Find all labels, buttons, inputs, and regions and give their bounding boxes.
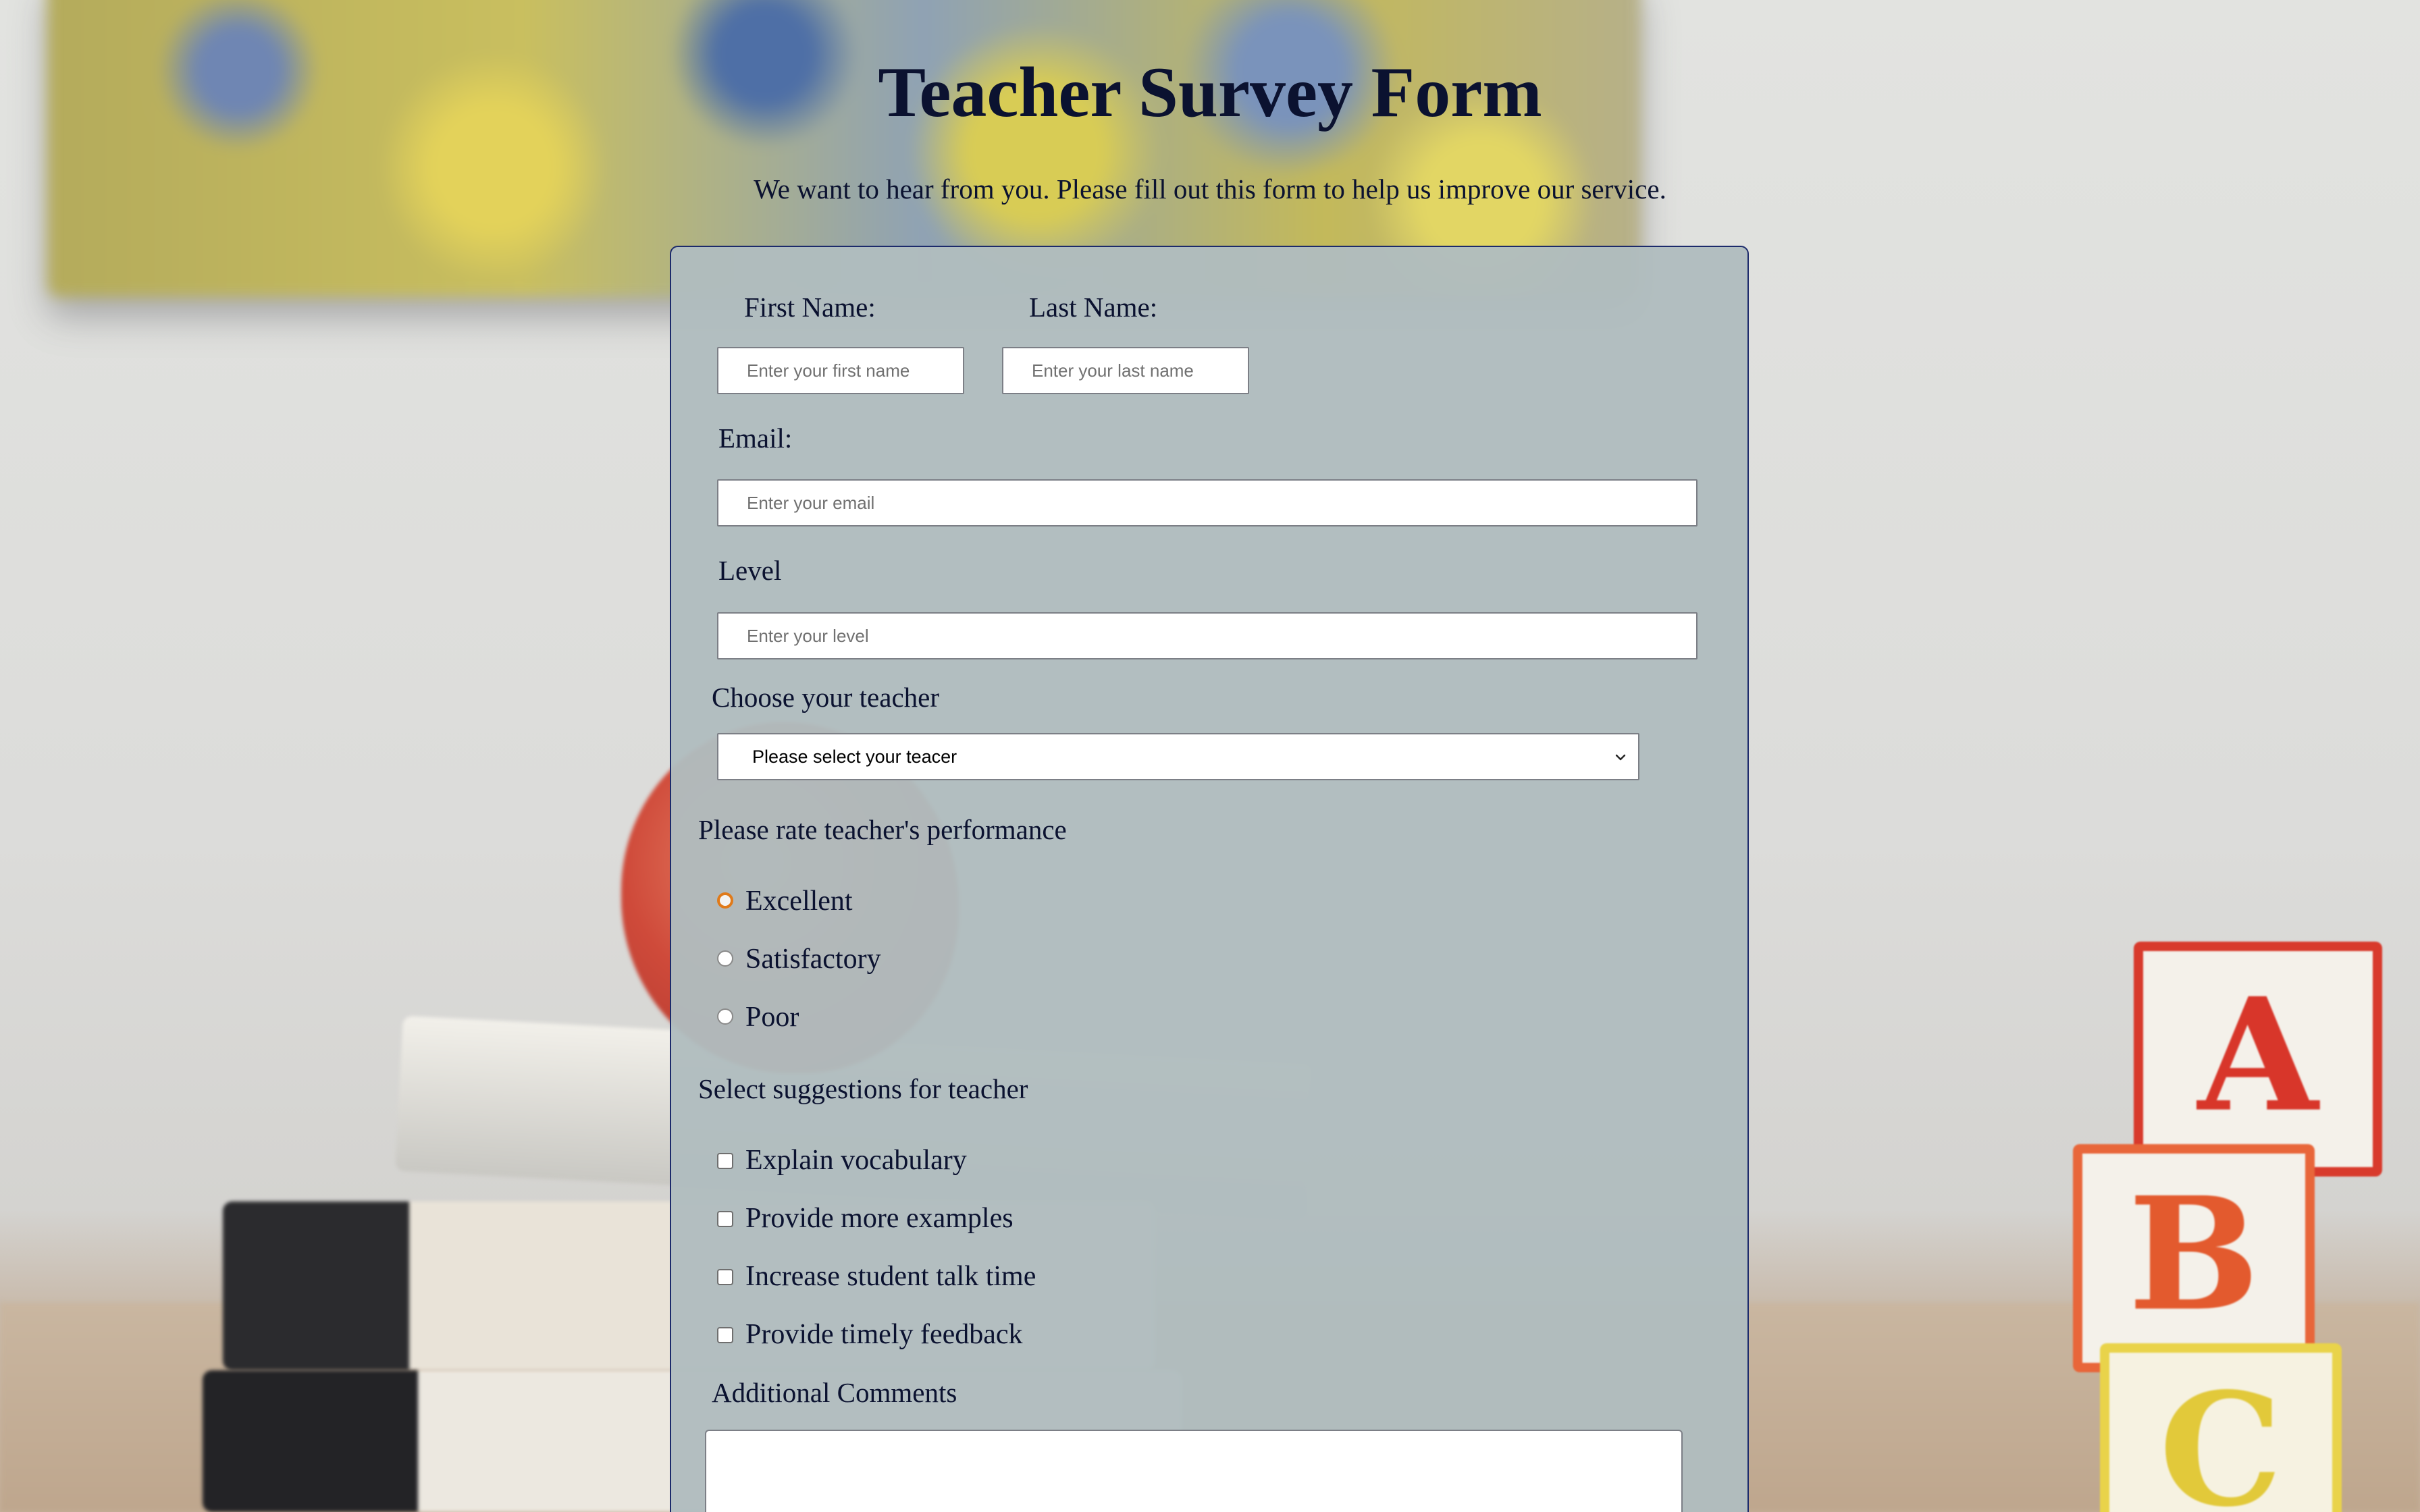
- comments-textarea[interactable]: [705, 1430, 1683, 1512]
- suggestions-label: Select suggestions for teacher: [698, 1073, 1028, 1104]
- suggestion-option-label: Explain vocabulary: [745, 1145, 967, 1176]
- rating-radio-satisfactory[interactable]: [717, 950, 733, 967]
- page-description: We want to hear from you. Please fill ou…: [754, 173, 1666, 205]
- comments-label: Additional Comments: [712, 1377, 957, 1408]
- teacher-select[interactable]: Please select your teacer: [717, 733, 1639, 780]
- email-input[interactable]: [717, 479, 1698, 526]
- last-name-input[interactable]: [1002, 347, 1249, 394]
- background-block-b: B: [2073, 1144, 2315, 1372]
- suggestion-option-label: Increase student talk time: [745, 1261, 1036, 1292]
- chevron-down-icon: [1615, 754, 1626, 761]
- email-label: Email:: [718, 423, 793, 454]
- teacher-select-value: Please select your teacer: [752, 747, 957, 767]
- suggestion-checkbox[interactable]: [717, 1153, 733, 1169]
- survey-form: First Name: Last Name: Email: Level Choo…: [670, 246, 1749, 1512]
- first-name-label: First Name:: [744, 292, 876, 323]
- rating-radio-poor[interactable]: [717, 1008, 733, 1025]
- level-label: Level: [718, 555, 782, 586]
- rating-option-label: Poor: [745, 1002, 799, 1033]
- suggestion-option-label: Provide more examples: [745, 1203, 1014, 1234]
- background-block-c: C: [2100, 1343, 2342, 1512]
- page-title: Teacher Survey Form: [878, 53, 1542, 132]
- rating-radio-excellent[interactable]: [717, 892, 733, 909]
- rating-label: Please rate teacher's performance: [698, 814, 1067, 845]
- suggestion-checkbox[interactable]: [717, 1327, 733, 1343]
- last-name-label: Last Name:: [1029, 292, 1158, 323]
- teacher-select-label: Choose your teacher: [712, 682, 939, 713]
- suggestion-option-label: Provide timely feedback: [745, 1319, 1023, 1350]
- background-block-a: A: [2134, 942, 2382, 1177]
- rating-option-label: Excellent: [745, 886, 853, 917]
- suggestion-checkbox[interactable]: [717, 1269, 733, 1285]
- rating-option-label: Satisfactory: [745, 944, 881, 975]
- suggestion-checkbox[interactable]: [717, 1211, 733, 1227]
- level-input[interactable]: [717, 612, 1698, 659]
- first-name-input[interactable]: [717, 347, 964, 394]
